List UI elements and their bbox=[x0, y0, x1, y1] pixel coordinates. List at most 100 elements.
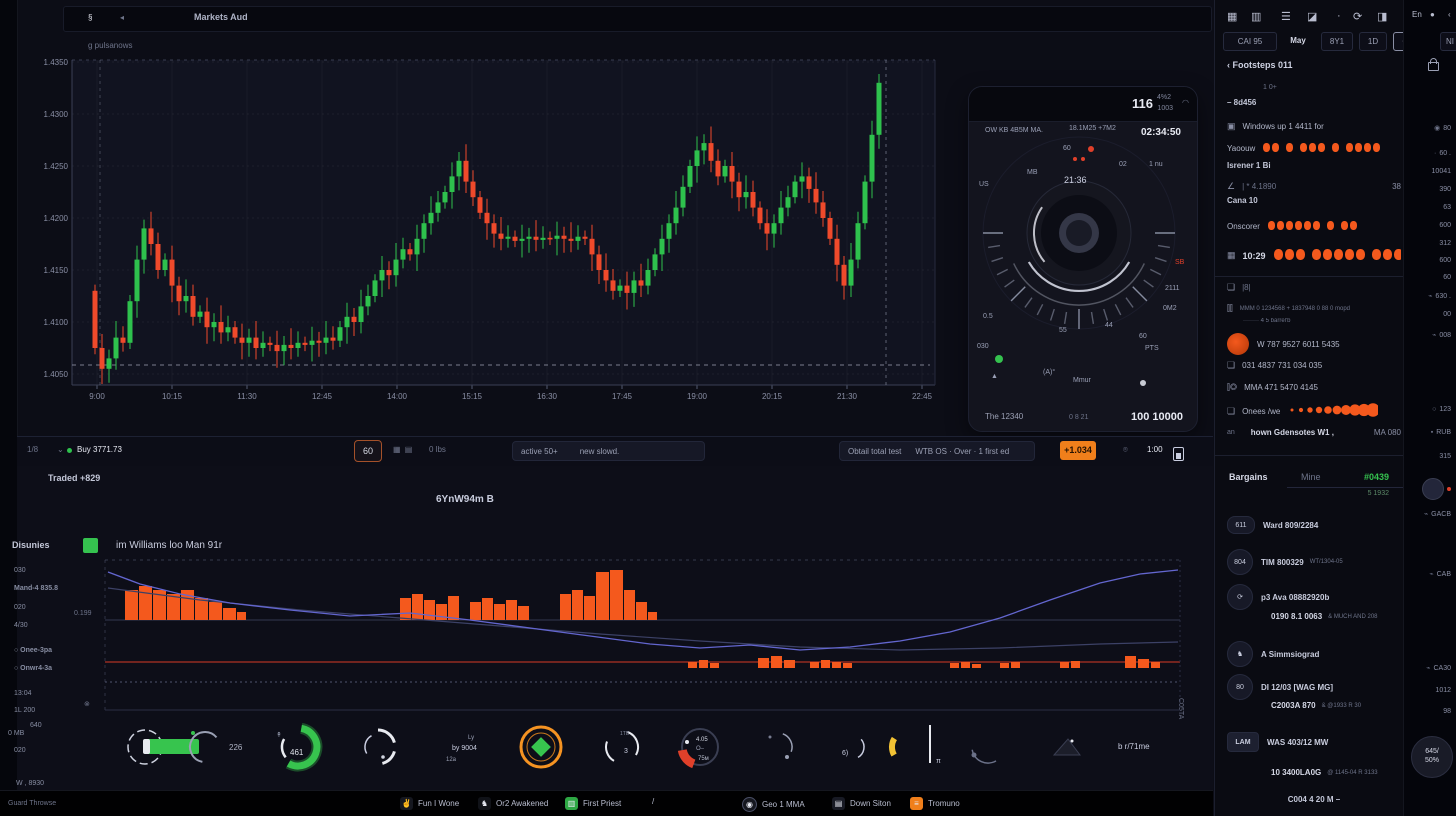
strip-item[interactable]: 312 bbox=[1439, 240, 1451, 247]
order-row[interactable]: ⟳p3 Ava 08882920b bbox=[1227, 584, 1401, 610]
mic-icon[interactable]: ⌾ bbox=[1123, 445, 1128, 455]
order-sub-note: & MUCH AND 208 bbox=[1328, 614, 1377, 620]
strip-item[interactable]: 600 bbox=[1439, 257, 1451, 264]
sidebar-row[interactable]: Cana 10 bbox=[1227, 196, 1401, 205]
sidebar-row[interactable]: ········ 4 5 barrel'b bbox=[1227, 318, 1417, 324]
strip-item[interactable]: ⌁GACB bbox=[1424, 510, 1451, 518]
tab-mine[interactable]: Mine bbox=[1301, 472, 1321, 482]
back-title[interactable]: ‹ Footsteps 011 bbox=[1227, 60, 1293, 70]
strip-item[interactable]: 600 bbox=[1439, 222, 1451, 229]
candlestick-chart[interactable] bbox=[0, 0, 960, 420]
footer-item-avatar[interactable]: ◉Geo 1 MMA bbox=[742, 797, 805, 812]
tab-bargains[interactable]: Bargains bbox=[1229, 472, 1268, 482]
strip-icon-1[interactable]: En bbox=[1412, 10, 1422, 19]
order-badge: ⟳ bbox=[1227, 584, 1253, 610]
dial-scale-label: ▲ bbox=[991, 373, 998, 380]
strip-item[interactable]: 10041 bbox=[1432, 168, 1451, 175]
sidebar-row[interactable]: ❏|8| bbox=[1227, 282, 1401, 293]
strip-item[interactable]: 390 bbox=[1439, 186, 1451, 193]
sidebar-row[interactable]: ❏Onees /we bbox=[1227, 400, 1401, 422]
strip-item[interactable]: ⌁630 . bbox=[1428, 292, 1451, 300]
order-row[interactable]: C004 4 20 M – bbox=[1227, 795, 1401, 804]
footer-item-panel[interactable]: ▤Down Siton bbox=[832, 797, 891, 810]
sidebar-tab-3[interactable]: 8Y1 bbox=[1321, 32, 1353, 51]
sidebar-row[interactable]: W 787 9527 6011 5435 bbox=[1227, 333, 1401, 355]
order-row[interactable]: LAMWAS 403/12 MW bbox=[1227, 732, 1401, 752]
strip-item[interactable]: ◉80 bbox=[1434, 124, 1451, 132]
sidebar-row[interactable]: ▣Windows up 1 4411 for bbox=[1227, 121, 1401, 132]
sidebar-row[interactable]: Isrener 1 Bi bbox=[1227, 161, 1401, 170]
layout-icon[interactable]: ◨ bbox=[1377, 10, 1387, 23]
dial-scale-label: 60 bbox=[1139, 333, 1147, 340]
sidebar-tab-1[interactable]: CAI 95 bbox=[1223, 32, 1277, 51]
image-icon[interactable]: ▦ bbox=[1227, 10, 1237, 23]
grid-view-icon[interactable]: ▦ ▤ bbox=[393, 445, 413, 454]
sidebar-row[interactable]: ∠| * 4.189038 bbox=[1227, 181, 1401, 192]
sidebar-tab-2[interactable]: May bbox=[1283, 32, 1313, 49]
status-b: new slowd. bbox=[580, 447, 620, 456]
strip-item[interactable]: 60 bbox=[1443, 274, 1451, 281]
order-row[interactable]: 611Ward 809/2284 bbox=[1227, 516, 1401, 534]
sidebar-sub: 1 0+ bbox=[1263, 84, 1277, 91]
order-row[interactable]: 10 3400LA0G@ 1145-04 R 3133 bbox=[1227, 768, 1401, 777]
caret-icon[interactable]: ⌄ bbox=[57, 445, 64, 454]
crescendo-dots bbox=[1286, 400, 1378, 422]
footer-item-slash[interactable]: / bbox=[652, 797, 654, 806]
sidebar-row[interactable]: ❏031 4837 731 034 035 bbox=[1227, 360, 1401, 371]
strip-icon-3[interactable]: ‹ bbox=[1448, 10, 1451, 19]
dial-bottom-left: The 12340 bbox=[985, 412, 1023, 421]
order-row[interactable]: ♞A Simmsiograd bbox=[1227, 641, 1401, 667]
toolbar-page: 1/8 bbox=[27, 445, 38, 454]
strip-item[interactable]: ▪RUB bbox=[1431, 429, 1451, 436]
strip-tab[interactable]: NI bbox=[1440, 32, 1456, 51]
strip-item[interactable] bbox=[1422, 478, 1451, 500]
strip-big-button[interactable]: 645/ 50% bbox=[1411, 736, 1453, 778]
sidebar-tab-4[interactable]: 1D bbox=[1359, 32, 1387, 51]
strip-item[interactable]: ⌁CA30 bbox=[1426, 664, 1451, 672]
refresh-icon[interactable]: ⟳ bbox=[1353, 10, 1362, 23]
sidebar-row[interactable]: – 8d456 bbox=[1227, 98, 1401, 107]
buy-cta-button[interactable]: +1.034 bbox=[1060, 441, 1096, 460]
strip-icon-2[interactable]: ● bbox=[1430, 10, 1435, 19]
strip-item[interactable]: 315 bbox=[1439, 453, 1451, 460]
strip-item[interactable]: 63 bbox=[1443, 204, 1451, 211]
order-row[interactable]: 0190 8.1 0063& MUCH AND 208 bbox=[1227, 612, 1401, 621]
info-pill[interactable]: Obtail total test WTB OS · Over · 1 firs… bbox=[839, 441, 1035, 461]
strip-item-label: 1012 bbox=[1435, 687, 1451, 694]
footer-item-grid-green[interactable]: ▥First Priest bbox=[565, 797, 621, 810]
footer-item-hand[interactable]: ✌Fun I Wone bbox=[400, 797, 459, 810]
strip-item[interactable]: 00 bbox=[1443, 311, 1451, 318]
strip-item[interactable]: ·60 . bbox=[1434, 150, 1451, 157]
sidebar-row[interactable]: Onscorer bbox=[1227, 221, 1401, 232]
sidebar-row[interactable]: Yaoouw bbox=[1227, 143, 1401, 154]
panel-icon[interactable]: ◪ bbox=[1307, 10, 1317, 23]
dial-scale-label: MB bbox=[1027, 169, 1038, 176]
menu-icon[interactable]: ☰ bbox=[1281, 10, 1291, 23]
order-row[interactable]: 804TIM 800329WT/1304-05 bbox=[1227, 549, 1401, 575]
timeframe-button[interactable]: 60 bbox=[354, 440, 382, 462]
indicator-chart[interactable] bbox=[0, 466, 1213, 716]
chart-icon[interactable]: ▥ bbox=[1251, 10, 1261, 23]
sidebar-row[interactable]: ⫿◎MMA 471 5470 4145 bbox=[1227, 382, 1401, 393]
sidebar-row[interactable]: ▦10:29 bbox=[1227, 249, 1401, 262]
order-sub-note: @ 1145-04 R 3133 bbox=[1327, 770, 1377, 776]
strip-item[interactable]: ⌁008 bbox=[1432, 331, 1451, 339]
footer-item-fire-orange[interactable]: ≡Tromuno bbox=[910, 797, 960, 810]
sidebar-row[interactable]: ⫿⫿MMM 0 1234568 + 1837948 0 88 0 mopd bbox=[1227, 303, 1401, 314]
mini-gauges-row[interactable]: 226461↟Lyby 900412a31TB4.05O–75м6)πb r/7… bbox=[0, 710, 1213, 788]
strip-item[interactable]: ⌁CAB bbox=[1429, 570, 1451, 578]
status-pill[interactable]: active 50+ new slowd. bbox=[512, 441, 705, 461]
order-row[interactable]: C2003A 870& @1933 R 30 bbox=[1227, 701, 1401, 710]
dot-icon[interactable]: · bbox=[1337, 10, 1341, 22]
strip-item-icon: ○ bbox=[1432, 406, 1436, 413]
dial-widget[interactable]: 116 4%2 1003 ◠ 02:34:50 OW KB 4B5M MA.18… bbox=[968, 86, 1198, 432]
sidebar-row[interactable]: anhown Gdensotes W1 ,MA 080 bbox=[1227, 428, 1401, 437]
strip-item[interactable]: ○123 bbox=[1432, 406, 1451, 413]
lock-icon[interactable] bbox=[1428, 62, 1439, 71]
footer-item-wave[interactable]: ♞Or2 Awakened bbox=[478, 797, 548, 810]
dial-scale-label: Mmur bbox=[1073, 377, 1091, 384]
order-row[interactable]: 80DI 12/03 [WAG MG] bbox=[1227, 674, 1401, 700]
strip-item[interactable]: 1012 bbox=[1435, 687, 1451, 694]
order-sub-note: & @1933 R 30 bbox=[1322, 703, 1361, 709]
strip-item[interactable]: 98 bbox=[1443, 708, 1451, 715]
